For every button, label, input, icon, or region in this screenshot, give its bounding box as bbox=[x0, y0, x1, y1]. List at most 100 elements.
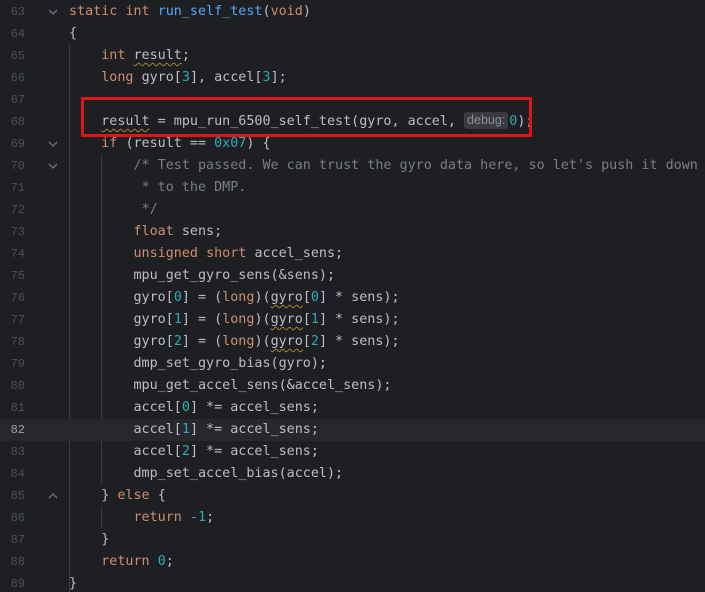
line-number[interactable]: 87 bbox=[0, 529, 25, 551]
line-number[interactable]: 74 bbox=[0, 243, 25, 265]
code-text[interactable]: dmp_set_accel_bias(accel); bbox=[69, 463, 343, 485]
line-number[interactable]: 82 bbox=[0, 419, 25, 441]
code-line[interactable]: 74 unsigned short accel_sens; bbox=[0, 243, 705, 265]
chevron-down-icon[interactable] bbox=[47, 133, 59, 155]
code-text[interactable]: accel[2] *= accel_sens; bbox=[69, 441, 318, 463]
code-text[interactable]: return -1; bbox=[69, 507, 215, 529]
code-line[interactable]: 64 { bbox=[0, 23, 705, 45]
code-text[interactable]: */ bbox=[69, 199, 158, 221]
chevron-up-icon[interactable] bbox=[47, 485, 59, 507]
line-number[interactable]: 65 bbox=[0, 45, 25, 67]
code-line[interactable]: 79 dmp_set_gyro_bias(gyro); bbox=[0, 353, 705, 375]
chevron-down-icon[interactable] bbox=[47, 155, 59, 177]
code-line[interactable]: 69 if (result == 0x07) { bbox=[0, 133, 705, 155]
code-line[interactable]: 87 } bbox=[0, 529, 705, 551]
code-line[interactable]: 66 long gyro[3], accel[3]; bbox=[0, 67, 705, 89]
code-line[interactable]: 77 gyro[1] = (long)(gyro[1] * sens); bbox=[0, 309, 705, 331]
line-number[interactable]: 67 bbox=[0, 89, 25, 111]
code-text[interactable]: accel[1] *= accel_sens; bbox=[69, 419, 318, 441]
code-line[interactable]: 82 accel[1] *= accel_sens; bbox=[0, 419, 705, 441]
line-number[interactable]: 86 bbox=[0, 507, 25, 529]
code-text[interactable]: gyro[1] = (long)(gyro[1] * sens); bbox=[69, 309, 399, 331]
code-token: result bbox=[101, 114, 150, 129]
line-number[interactable]: 85 bbox=[0, 485, 25, 507]
line-number[interactable]: 70 bbox=[0, 155, 25, 177]
code-token: 0 bbox=[173, 290, 182, 305]
code-text[interactable]: unsigned short accel_sens; bbox=[69, 243, 344, 265]
code-text[interactable]: dmp_set_gyro_bias(gyro); bbox=[69, 353, 327, 375]
code-text[interactable]: * to the DMP. bbox=[69, 177, 247, 199]
code-line[interactable]: 80 mpu_get_accel_sens(&accel_sens); bbox=[0, 375, 705, 397]
chevron-down-icon[interactable] bbox=[47, 1, 59, 23]
line-number[interactable]: 77 bbox=[0, 309, 25, 331]
code-text[interactable]: gyro[0] = (long)(gyro[0] * sens); bbox=[69, 287, 399, 309]
code-editor[interactable]: 63 static int run_self_test(void) 64 {65 in… bbox=[0, 0, 705, 592]
line-number[interactable]: 80 bbox=[0, 375, 25, 397]
code-text[interactable]: } bbox=[69, 529, 109, 551]
code-line[interactable]: 78 gyro[2] = (long)(gyro[2] * sens); bbox=[0, 331, 705, 353]
code-token: 3 bbox=[262, 70, 271, 85]
code-text[interactable]: { bbox=[69, 23, 77, 45]
code-text[interactable]: accel[0] *= accel_sens; bbox=[69, 397, 318, 419]
line-number[interactable]: 69 bbox=[0, 133, 25, 155]
line-number[interactable]: 79 bbox=[0, 353, 25, 375]
code-token: unsigned bbox=[133, 246, 207, 261]
code-token: ; bbox=[206, 510, 215, 525]
code-token: 1 bbox=[310, 312, 319, 327]
code-line[interactable]: 84 dmp_set_accel_bias(accel); bbox=[0, 463, 705, 485]
line-number[interactable]: 64 bbox=[0, 23, 25, 45]
code-text[interactable]: gyro[2] = (long)(gyro[2] * sens); bbox=[69, 331, 399, 353]
code-line[interactable]: 88 return 0; bbox=[0, 551, 705, 573]
code-text[interactable]: } bbox=[69, 573, 77, 592]
line-number[interactable]: 84 bbox=[0, 463, 25, 485]
code-text[interactable]: long gyro[3], accel[3]; bbox=[69, 67, 286, 89]
code-line[interactable]: 68 result = mpu_run_6500_self_test(gyro,… bbox=[0, 111, 705, 133]
code-line[interactable]: 85 } else { bbox=[0, 485, 705, 507]
code-line[interactable]: 75 mpu_get_gyro_sens(&sens); bbox=[0, 265, 705, 287]
code-line[interactable]: 89} bbox=[0, 573, 705, 592]
line-number[interactable]: 72 bbox=[0, 199, 25, 221]
code-text[interactable]: static int run_self_test(void) bbox=[69, 1, 311, 23]
line-number[interactable]: 76 bbox=[0, 287, 25, 309]
code-line[interactable]: 73 float sens; bbox=[0, 221, 705, 243]
line-number[interactable]: 66 bbox=[0, 67, 25, 89]
code-text[interactable]: mpu_get_gyro_sens(&sens); bbox=[69, 265, 335, 287]
line-number[interactable]: 63 bbox=[0, 1, 25, 23]
code-line[interactable]: 67 bbox=[0, 89, 705, 111]
code-text[interactable]: result = mpu_run_6500_self_test(gyro, ac… bbox=[69, 111, 533, 133]
code-line[interactable]: 63 static int run_self_test(void) bbox=[0, 1, 705, 23]
line-number[interactable]: 68 bbox=[0, 111, 25, 133]
code-token: int bbox=[125, 4, 158, 19]
code-line[interactable]: 72 */ bbox=[0, 199, 705, 221]
parameter-hint-label: debug: bbox=[467, 113, 506, 127]
code-text[interactable]: int result; bbox=[69, 45, 190, 67]
line-number[interactable]: 89 bbox=[0, 573, 25, 592]
code-token: ], accel[ bbox=[189, 70, 263, 85]
line-number[interactable]: 83 bbox=[0, 441, 25, 463]
code-text[interactable]: return 0; bbox=[69, 551, 174, 573]
code-line[interactable]: 76 gyro[0] = (long)(gyro[0] * sens); bbox=[0, 287, 705, 309]
line-number[interactable]: 78 bbox=[0, 331, 25, 353]
line-number[interactable]: 71 bbox=[0, 177, 25, 199]
code-text[interactable]: mpu_get_accel_sens(&accel_sens); bbox=[69, 375, 391, 397]
line-number[interactable]: 75 bbox=[0, 265, 25, 287]
code-token: gyro[ bbox=[69, 290, 174, 305]
code-line[interactable]: 70 /* Test passed. We can trust the gyro… bbox=[0, 155, 705, 177]
code-text[interactable]: float sens; bbox=[69, 221, 223, 243]
code-text[interactable]: /* Test passed. We can trust the gyro da… bbox=[69, 155, 698, 177]
code-line[interactable]: 81 accel[0] *= accel_sens; bbox=[0, 397, 705, 419]
code-line[interactable]: 65 int result; bbox=[0, 45, 705, 67]
code-text[interactable]: if (result == 0x07) { bbox=[69, 133, 270, 155]
line-number[interactable]: 88 bbox=[0, 551, 25, 573]
code-text[interactable]: } else { bbox=[69, 485, 166, 507]
code-line[interactable]: 71 * to the DMP. bbox=[0, 177, 705, 199]
code-token: return bbox=[133, 510, 190, 525]
line-number[interactable]: 81 bbox=[0, 397, 25, 419]
code-token: 2 bbox=[173, 334, 182, 349]
code-line[interactable]: 86 return -1; bbox=[0, 507, 705, 529]
line-number[interactable]: 73 bbox=[0, 221, 25, 243]
code-line[interactable]: 83 accel[2] *= accel_sens; bbox=[0, 441, 705, 463]
